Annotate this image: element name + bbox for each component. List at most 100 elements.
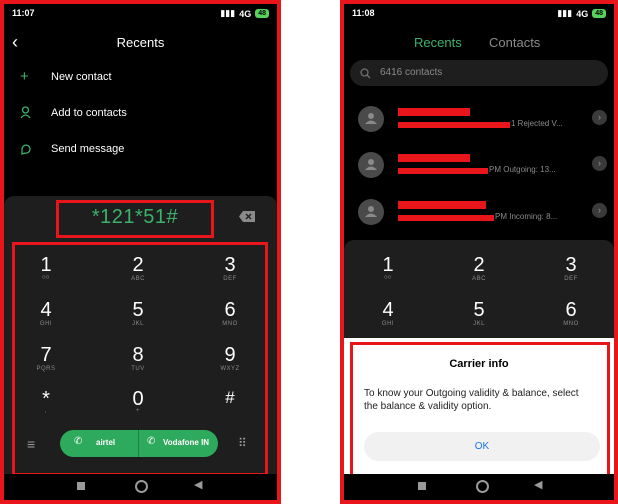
sim2-label: Vodafone IN <box>163 438 210 447</box>
key-letters: DEF <box>223 276 237 282</box>
call-sim2-button[interactable]: ✆ Vodafone IN <box>139 430 218 457</box>
phone-icon: ✆ <box>74 436 83 447</box>
status-time: 11:08 <box>352 8 375 18</box>
page-title: Recents <box>116 35 165 50</box>
key-digit: 2 <box>473 254 485 276</box>
avatar <box>358 199 384 225</box>
new-contact-label: New contact <box>51 71 112 83</box>
nav-bar: ◀ <box>344 474 614 500</box>
key-letters: PQRS <box>36 366 56 372</box>
key-digit: 1 <box>382 254 394 276</box>
key-letters: JKL <box>473 321 485 327</box>
avatar <box>358 106 384 132</box>
chevron-right-icon[interactable]: › <box>592 156 607 171</box>
call-log-item[interactable]: PM Incoming: 8... › <box>344 193 614 233</box>
key-letters: ᴼᴼ <box>384 276 392 282</box>
plus-icon: + <box>20 68 29 85</box>
sim1-label: airtel <box>96 438 116 447</box>
nav-bar: ◀ <box>4 474 277 500</box>
redacted-name <box>398 108 470 116</box>
key-digit: 8 <box>132 344 144 366</box>
battery-icon: 48 <box>255 9 269 18</box>
key-letters: DEF <box>564 276 578 282</box>
call-buttons: ✆ airtel ✆ Vodafone IN <box>60 430 218 457</box>
ok-label: OK <box>474 441 490 452</box>
redacted-detail <box>398 122 510 128</box>
redacted-detail <box>398 215 494 221</box>
network-type: 4G <box>576 8 589 19</box>
dialog-message: To know your Outgoing validity & balance… <box>364 388 579 412</box>
home-circle-icon[interactable] <box>476 480 489 493</box>
key-digit: 6 <box>224 299 236 321</box>
call-sim1-button[interactable]: ✆ airtel <box>60 430 138 457</box>
call-log-item[interactable]: PM Outgoing: 13... › <box>344 146 614 186</box>
battery-icon: 48 <box>592 9 606 18</box>
chevron-right-icon[interactable]: › <box>592 203 607 218</box>
key-digit: 9 <box>224 344 236 366</box>
key-digit: 6 <box>565 299 577 321</box>
key-digit: 5 <box>132 299 144 321</box>
status-time: 11:07 <box>12 8 35 18</box>
status-bar: 11:08 ▮▮▮ 4G 48 <box>344 6 614 22</box>
search-icon <box>360 68 371 79</box>
chevron-right-icon[interactable]: › <box>592 110 607 125</box>
chat-icon <box>21 144 31 155</box>
right-phone-screen: 11:08 ▮▮▮ 4G 48 Recents Contacts 6416 co… <box>340 0 618 504</box>
back-triangle-icon[interactable]: ◀ <box>534 478 542 491</box>
call-detail: PM Outgoing: 13... <box>489 165 556 174</box>
key-digit: 5 <box>473 299 485 321</box>
key-digit: 3 <box>224 254 236 276</box>
key-digit: 3 <box>565 254 577 276</box>
key-letters: GHI <box>39 321 53 327</box>
status-bar: 11:07 ▮▮▮ 4G 48 <box>4 6 277 22</box>
key-letters: JKL <box>132 321 144 327</box>
back-triangle-icon[interactable]: ◀ <box>194 478 202 491</box>
key-letters: MNO <box>222 321 238 327</box>
new-contact-item[interactable]: + New contact <box>4 66 277 90</box>
add-to-contacts-label: Add to contacts <box>51 107 127 119</box>
menu-lines-icon[interactable]: ≡ <box>27 436 35 452</box>
person-icon <box>20 106 31 119</box>
call-log-item[interactable]: 1 Rejected V... › <box>344 100 614 140</box>
network-type: 4G <box>239 8 252 19</box>
send-message-label: Send message <box>51 143 125 155</box>
key-letters: ᴼᴼ <box>42 276 50 282</box>
recents-square-icon[interactable] <box>77 482 85 490</box>
add-to-contacts-item[interactable]: Add to contacts <box>4 102 277 126</box>
key-digit: 7 <box>40 344 52 366</box>
ok-button[interactable]: OK <box>364 432 600 461</box>
person-icon <box>365 206 377 217</box>
tab-contacts[interactable]: Contacts <box>489 35 540 50</box>
key-digit: # <box>225 388 235 407</box>
redacted-detail <box>398 168 488 174</box>
left-phone-screen: 11:07 ▮▮▮ 4G 48 ‹ Recents + New contact … <box>0 0 281 504</box>
dialog-title: Carrier info <box>449 358 509 370</box>
recents-square-icon[interactable] <box>418 482 426 490</box>
backspace-icon[interactable] <box>239 211 255 222</box>
key-digit: 4 <box>382 299 394 321</box>
search-bar[interactable]: 6416 contacts <box>350 60 608 86</box>
phone-icon: ✆ <box>147 436 156 447</box>
search-placeholder: 6416 contacts <box>380 67 443 78</box>
signal-icon: ▮▮▮ <box>220 8 236 18</box>
key-letters: GHI <box>381 321 395 327</box>
tab-recents[interactable]: Recents <box>414 35 462 50</box>
redacted-name <box>398 201 486 209</box>
key-letters: MNO <box>563 321 579 327</box>
key-letters: ABC <box>472 276 486 282</box>
dialed-number-input[interactable]: *121*51# <box>56 206 214 229</box>
home-circle-icon[interactable] <box>135 480 148 493</box>
key-digit: 4 <box>40 299 52 321</box>
person-icon <box>365 159 377 170</box>
key-digit: 1 <box>40 254 52 276</box>
person-icon <box>365 113 377 124</box>
key-digit: 2 <box>132 254 144 276</box>
signal-icon: ▮▮▮ <box>557 8 573 18</box>
key-letters: , <box>44 408 48 414</box>
call-detail: 1 Rejected V... <box>511 119 563 128</box>
avatar <box>358 152 384 178</box>
key-letters: WXYZ <box>220 366 240 372</box>
send-message-item[interactable]: Send message <box>4 138 277 162</box>
dialpad-icon[interactable]: ⠿ <box>238 436 247 450</box>
key-letters: + <box>135 408 140 414</box>
